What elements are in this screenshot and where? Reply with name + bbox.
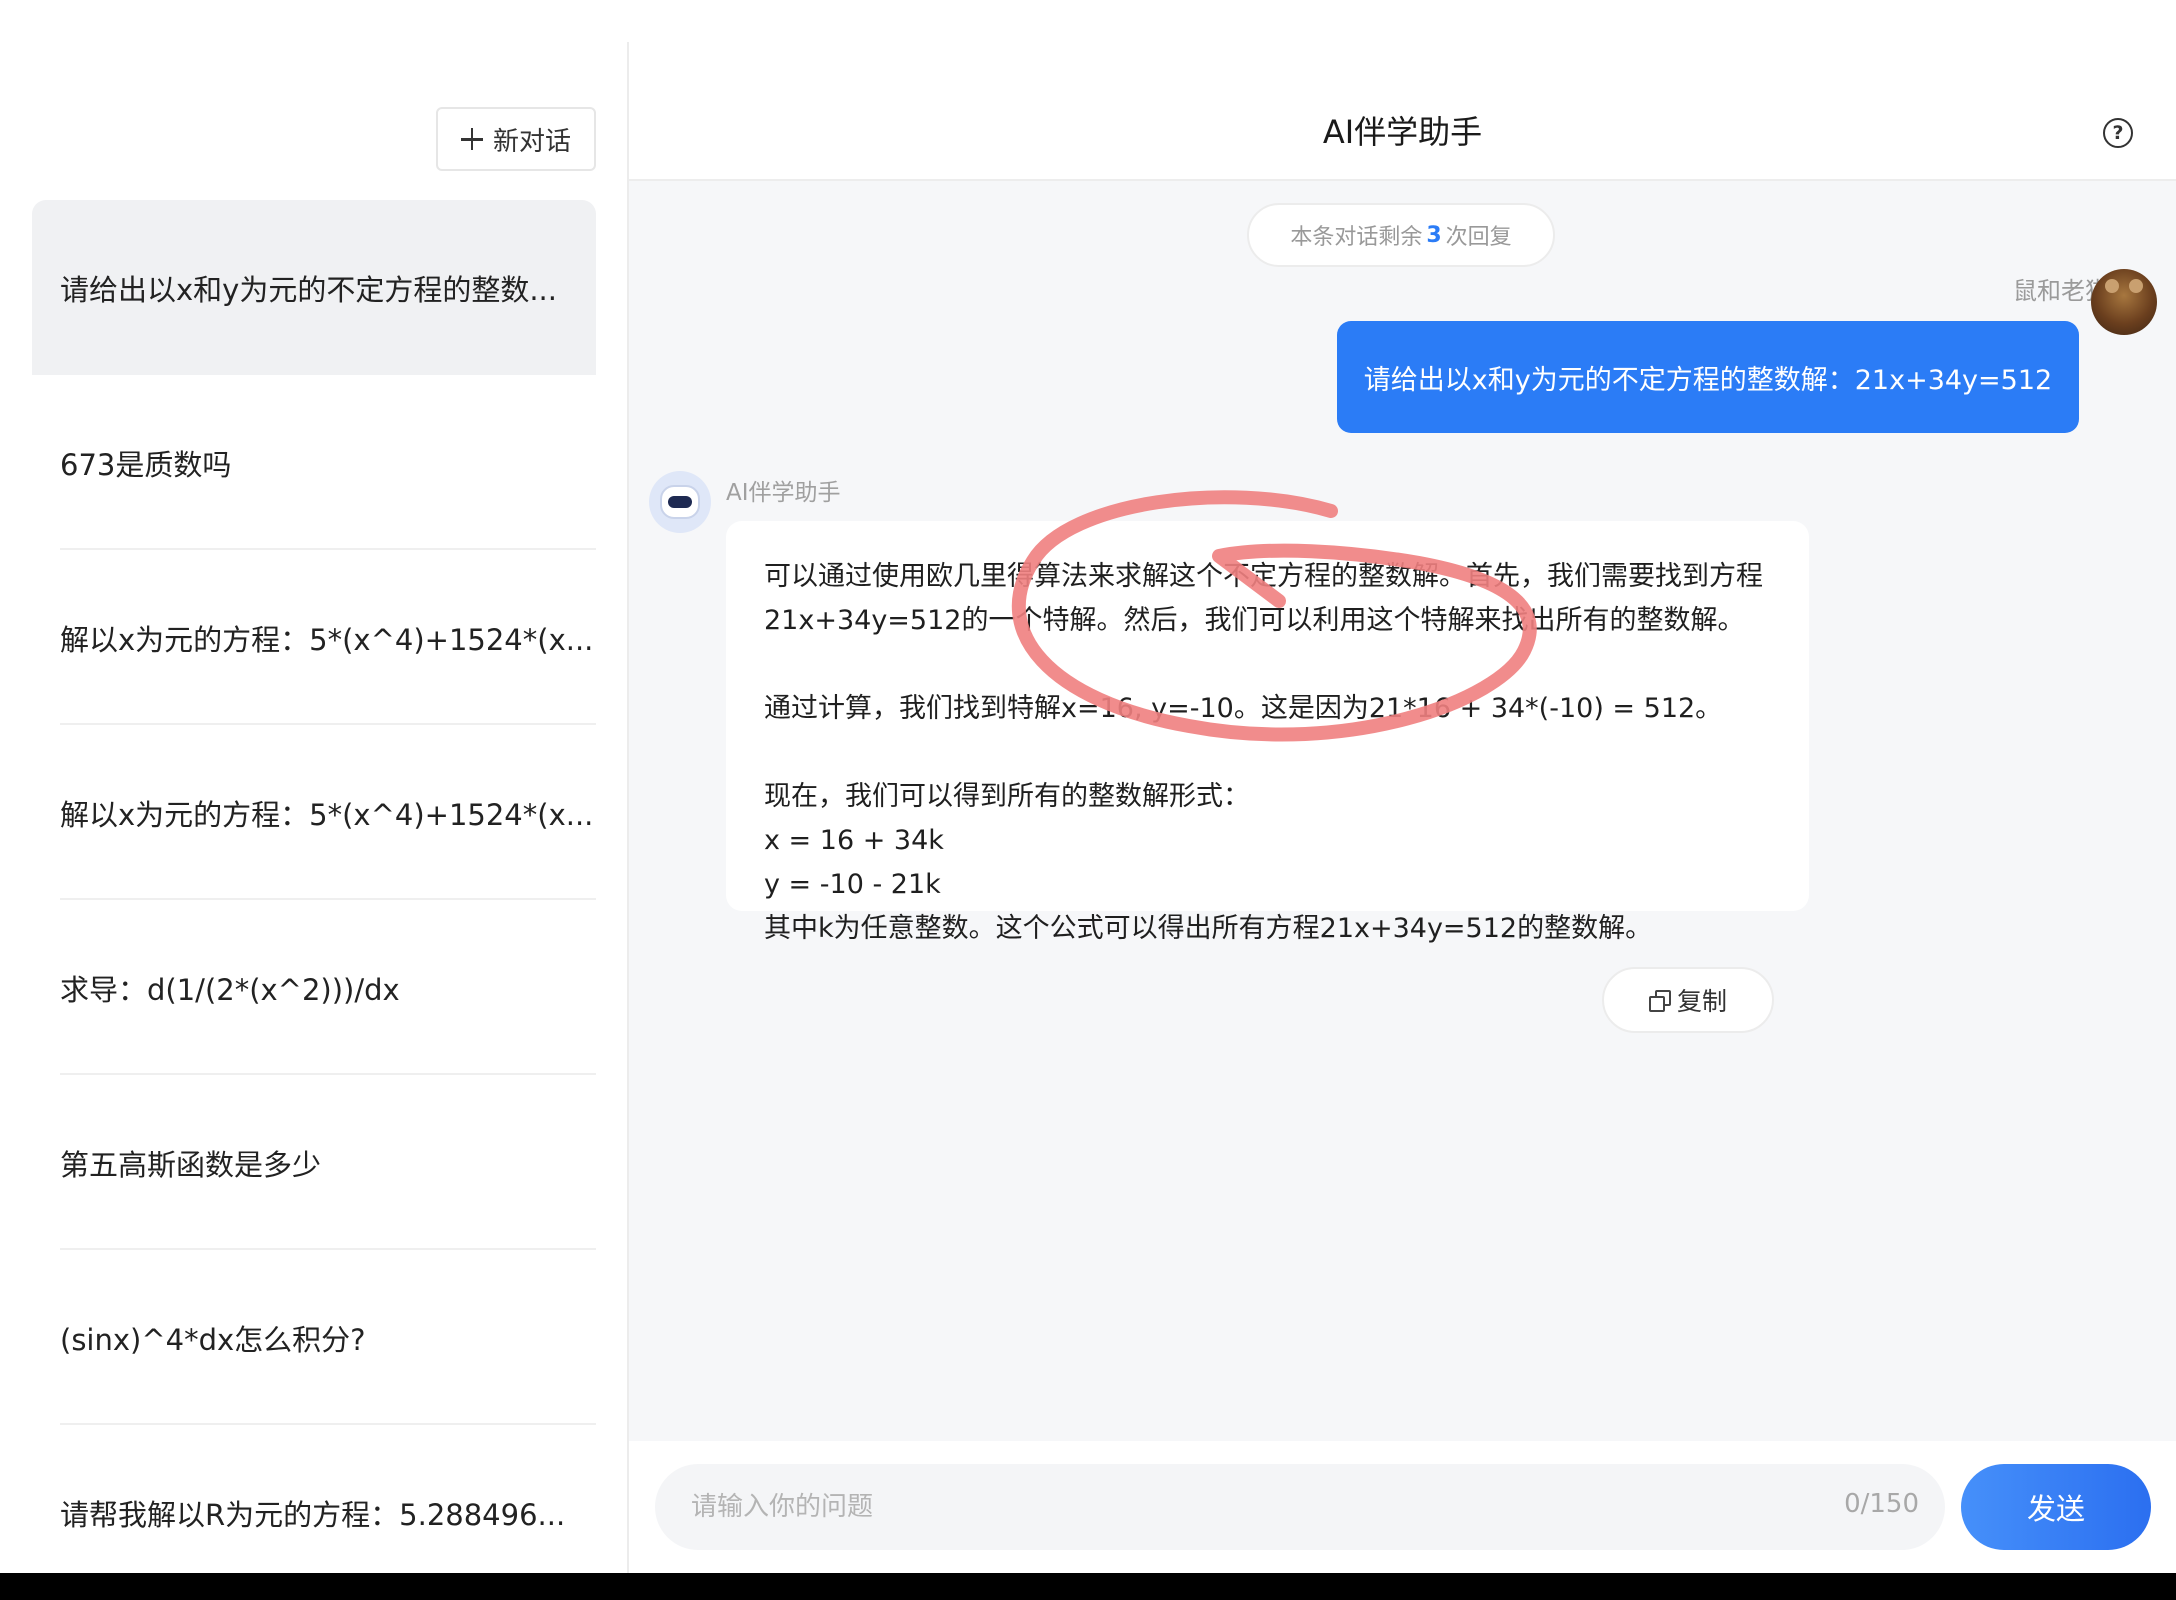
- new-chat-label: 新对话: [492, 126, 571, 157]
- remaining-replies-badge: 本条对话剩余 3 次回复: [1247, 203, 1555, 267]
- history-item[interactable]: 请帮我解以R为元的方程：5.288496...: [32, 1425, 596, 1573]
- send-button[interactable]: 发送: [1961, 1464, 2151, 1550]
- plus-icon: [460, 128, 483, 150]
- history-item[interactable]: 673是质数吗: [32, 375, 596, 550]
- copy-label: 复制: [1676, 987, 1727, 1016]
- main-panel: AI伴学助手 ? 本条对话剩余 3 次回复 鼠和老猫 请给出以x和y为元的不定方…: [629, 0, 2176, 1573]
- remaining-prefix: 本条对话剩余: [1290, 225, 1423, 250]
- question-circle-icon[interactable]: ?: [2103, 118, 2133, 148]
- history-list: 请给出以x和y为元的不定方程的整数... 673是质数吗 解以x为元的方程：5*…: [32, 200, 596, 1573]
- user-message: 请给出以x和y为元的不定方程的整数解：21x+34y=512: [1337, 321, 2079, 433]
- history-item[interactable]: 第五高斯函数是多少: [32, 1075, 596, 1250]
- history-item[interactable]: 请给出以x和y为元的不定方程的整数...: [32, 200, 596, 375]
- header: AI伴学助手 ?: [629, 0, 2176, 181]
- chat-area[interactable]: 本条对话剩余 3 次回复 鼠和老猫 请给出以x和y为元的不定方程的整数解：21x…: [629, 181, 2176, 1441]
- ai-avatar: [649, 471, 711, 533]
- history-item[interactable]: 解以x为元的方程：5*(x^4)+1524*(x...: [32, 725, 596, 900]
- bottom-bar: [0, 1573, 2176, 1600]
- question-input[interactable]: [655, 1464, 1945, 1550]
- copy-icon: [1648, 990, 1671, 1012]
- char-counter: 0/150: [1844, 1489, 1919, 1519]
- robot-icon: [660, 485, 700, 519]
- history-item[interactable]: 求导：d(1/(2*(x^2)))/dx: [32, 900, 596, 1075]
- ai-name: AI伴学助手: [726, 480, 841, 506]
- sidebar: 新对话 请给出以x和y为元的不定方程的整数... 673是质数吗 解以x为元的方…: [0, 0, 627, 1573]
- composer: 0/150 发送: [629, 1441, 2176, 1573]
- history-item[interactable]: (sinx)^4*dx怎么积分?: [32, 1250, 596, 1425]
- user-avatar: [2091, 269, 2157, 335]
- user-name: 鼠和老猫: [2013, 277, 2109, 305]
- remaining-count: 3: [1426, 222, 1442, 248]
- new-chat-button[interactable]: 新对话: [436, 107, 596, 171]
- ai-message: 可以通过使用欧几里得算法来求解这个不定方程的整数解。首先，我们需要找到方程21x…: [726, 521, 1809, 1033]
- remaining-suffix: 次回复: [1445, 225, 1512, 250]
- page-title: AI伴学助手: [1322, 113, 1483, 151]
- copy-button[interactable]: 复制: [1602, 967, 1774, 1033]
- ai-message-text: 可以通过使用欧几里得算法来求解这个不定方程的整数解。首先，我们需要找到方程21x…: [764, 561, 1763, 944]
- history-item[interactable]: 解以x为元的方程：5*(x^4)+1524*(x...: [32, 550, 596, 725]
